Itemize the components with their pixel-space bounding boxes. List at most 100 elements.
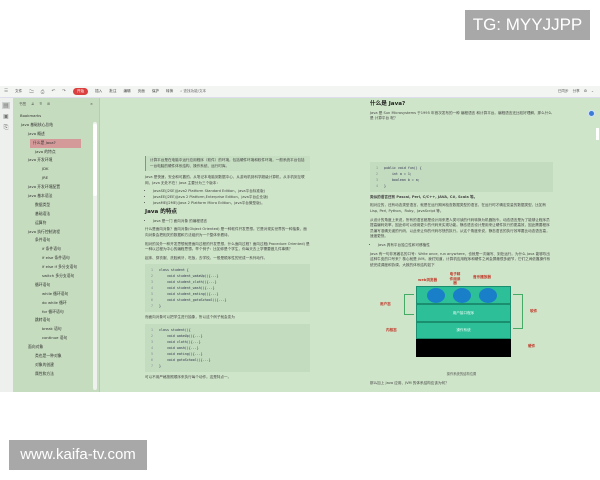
bookmark-item[interactable]: Java 开发环境 bbox=[13, 156, 99, 165]
bookmark-item[interactable]: JDK bbox=[13, 165, 99, 174]
bookmark-item[interactable]: if else 条件语句 bbox=[13, 254, 99, 263]
label-web-browser: web浏览器 bbox=[418, 278, 438, 283]
paragraph: 相对的另外一种开发思想就是面向过程的开发思想，什么面向过程？面向过程(Proce… bbox=[145, 241, 310, 252]
sidebar-scroll-thumb[interactable] bbox=[93, 124, 97, 196]
bookmark-item[interactable]: Java 基础核心总结 bbox=[13, 121, 99, 130]
bookmark-item[interactable]: 类也是一种对象 bbox=[13, 352, 99, 361]
bookmark-item[interactable]: 条件语句 bbox=[13, 236, 99, 245]
bookmark-item[interactable]: continue 语句 bbox=[13, 334, 99, 343]
line-number: 7 bbox=[151, 304, 153, 309]
code-block: 1 public void fun() {2 int a = 1; 3 boolea… bbox=[370, 161, 553, 192]
code-line: 7} bbox=[151, 363, 304, 369]
code-text: void student_gotoSchool(){...} bbox=[159, 298, 227, 303]
tab-convert[interactable]: 转换 bbox=[166, 89, 173, 94]
bookmark-item[interactable]: Java 基本语法 bbox=[13, 192, 99, 201]
attachment-icon[interactable]: ⎘ bbox=[2, 124, 10, 131]
bookmark-item[interactable]: 什么是 Java? bbox=[30, 138, 81, 148]
sync-button[interactable]: 已同步 bbox=[558, 89, 569, 94]
right-page: 什么是 Java? Java 是 Sun Microsystems 于1995 … bbox=[370, 98, 553, 390]
save-icon[interactable]: ⎙ bbox=[41, 89, 45, 95]
search-input[interactable]: ⌕ 查找功能/文本 bbox=[180, 89, 206, 94]
code-text: int a = 1; bbox=[384, 171, 412, 176]
code-text: void gotoSchool(){...} bbox=[159, 357, 211, 362]
expand-all-icon[interactable]: ⇊ bbox=[31, 102, 34, 106]
menu-icon[interactable]: ☰ bbox=[4, 89, 8, 94]
paragraph: 可以不用严格按照顺序来执行每个动作。这是特点一。 bbox=[145, 374, 232, 379]
code-text: } bbox=[384, 183, 386, 188]
bookmark-item[interactable]: if 条件语句 bbox=[13, 245, 99, 254]
bookmark-item[interactable]: do while 循环 bbox=[13, 299, 99, 308]
assistant-icon[interactable] bbox=[588, 110, 595, 117]
bookmark-item[interactable]: Java 开发环境配置 bbox=[13, 183, 99, 192]
line-number: 4 bbox=[376, 183, 378, 188]
bookmark-item[interactable]: 运算符 bbox=[13, 219, 99, 228]
bookmark-sidebar: 书签 ⇊ ⇈ ⊞ × Bookmarks Java 基础核心总结 Java 概述 什么… bbox=[13, 98, 100, 392]
open-icon[interactable]: 🗀 bbox=[29, 88, 34, 96]
bookmark-item[interactable]: Java 概述 bbox=[13, 130, 99, 139]
tab-edit[interactable]: 编辑 bbox=[123, 89, 130, 94]
paragraph: Java 是 Sun Microsystems 于1995 年首次发布的一种 编… bbox=[370, 110, 552, 121]
bookmark-panel-icon[interactable]: ▤ bbox=[2, 102, 10, 109]
paragraph: 那么加上 Java 应用、JVM 的体系结构应该为何？ bbox=[370, 380, 449, 385]
file-menu[interactable]: 文件 bbox=[15, 89, 22, 94]
code-text: class student(){ bbox=[159, 327, 191, 332]
bookmark-item[interactable]: 对象的创建 bbox=[13, 361, 99, 370]
document-scrollbar[interactable] bbox=[596, 128, 599, 140]
tab-protect[interactable]: 保护 bbox=[152, 89, 159, 94]
bookmark-item[interactable]: break 语句 bbox=[13, 325, 99, 334]
tab-page[interactable]: 页面 bbox=[138, 89, 145, 94]
code-text: void cloth(){...} bbox=[159, 339, 201, 344]
bookmark-item[interactable]: Java 执行控制流程 bbox=[13, 228, 99, 237]
code-text: void wakeUp(){...} bbox=[159, 333, 203, 338]
bookmark-item[interactable]: 基础语法 bbox=[13, 210, 99, 219]
bookmarks-header: Bookmarks bbox=[20, 113, 42, 118]
hardware-layer bbox=[416, 339, 511, 358]
bookmark-item[interactable]: 面向对象 bbox=[13, 343, 99, 352]
list-item: JavaME(J2ME)(Java 2 Platform Micro Editi… bbox=[153, 201, 310, 207]
code-text: void student_cloth(){...} bbox=[159, 280, 217, 285]
code-text: } bbox=[159, 304, 161, 309]
paragraph: 而面向对象可以把学生进行抽象，所以这个例子就会变为 bbox=[145, 315, 235, 320]
code-text: void wash(){...} bbox=[159, 345, 199, 350]
sidebar-title: 书签 bbox=[19, 101, 27, 106]
bookmark-item[interactable]: 循环语句 bbox=[13, 281, 99, 290]
bracket-user bbox=[404, 294, 414, 316]
bookmark-item[interactable]: for 循环语句 bbox=[13, 308, 99, 317]
pdf-reader-window: ☰ 文件 🗀 ⎙ ↶ ↷ 开始 插入 批注 编辑 页面 保护 转换 ⌕ 查找功能… bbox=[0, 86, 600, 392]
bookmark-item[interactable]: if else if 多分支语句 bbox=[13, 263, 99, 272]
bookmark-item[interactable]: Java 的特点 bbox=[13, 148, 99, 157]
bookmark-item[interactable]: JRE bbox=[13, 174, 99, 183]
edition-list: JavaSE(J2SE)(Java2 Platform Standard Edi… bbox=[153, 189, 310, 206]
label-kernel-mode: 内核态 bbox=[386, 328, 397, 333]
collapse-all-icon[interactable]: ⇈ bbox=[39, 102, 42, 106]
bookmark-item[interactable]: 数据类型 bbox=[13, 201, 99, 210]
label-user-mode: 用户态 bbox=[380, 302, 391, 307]
paragraph: Java 是快速，安全和可靠的。从笔记本电脑到数据中心，从游戏机到科学超级计算机… bbox=[145, 175, 305, 185]
redo-icon[interactable]: ↷ bbox=[62, 89, 66, 94]
code-text: void student_wash(){...} bbox=[159, 286, 215, 291]
line-number: 7 bbox=[151, 363, 153, 368]
thumbnail-icon[interactable]: ▣ bbox=[2, 113, 10, 120]
label-music-player: 音乐播放器 bbox=[473, 275, 491, 280]
close-icon[interactable]: × bbox=[90, 102, 93, 106]
label-software: 软件 bbox=[530, 309, 538, 314]
tab-start[interactable]: 开始 bbox=[72, 88, 89, 95]
code-line: 7} bbox=[151, 303, 304, 309]
bookmark-item[interactable]: 属性和方法 bbox=[13, 370, 99, 379]
settings-icon[interactable]: ⚙ bbox=[584, 89, 587, 94]
undo-icon[interactable]: ↶ bbox=[51, 89, 55, 94]
share-button[interactable]: 分享 bbox=[573, 89, 580, 94]
bookmark-item[interactable]: while 循环语句 bbox=[13, 290, 99, 299]
document-view: 计算平台是在电脑中运行应用程序（软件）的环境，包括硬件环境和软件环境，一般系统平… bbox=[100, 98, 600, 392]
expand-icon[interactable]: ⌄ bbox=[591, 89, 594, 94]
code-text: void student_eating(){...} bbox=[159, 292, 219, 297]
bookmark-item[interactable]: 跳转语句 bbox=[13, 316, 99, 325]
tab-insert[interactable]: 插入 bbox=[95, 89, 102, 94]
section-heading: Java 的特点 bbox=[145, 209, 178, 216]
bookmark-item[interactable]: switch 多分支语句 bbox=[13, 272, 99, 281]
quote-block: 计算平台是在电脑中运行应用程序（软件）的环境，包括硬件环境和软件环境，一般系统平… bbox=[145, 156, 310, 172]
add-bookmark-icon[interactable]: ⊞ bbox=[47, 102, 50, 106]
list-item: Java 具有平台独立性和可移植性 bbox=[378, 243, 553, 249]
paragraph: 类似的语言还有 Pascal, Perl, C/C++, JAVA, C#, S… bbox=[370, 194, 478, 199]
tab-annotate[interactable]: 批注 bbox=[109, 89, 116, 94]
